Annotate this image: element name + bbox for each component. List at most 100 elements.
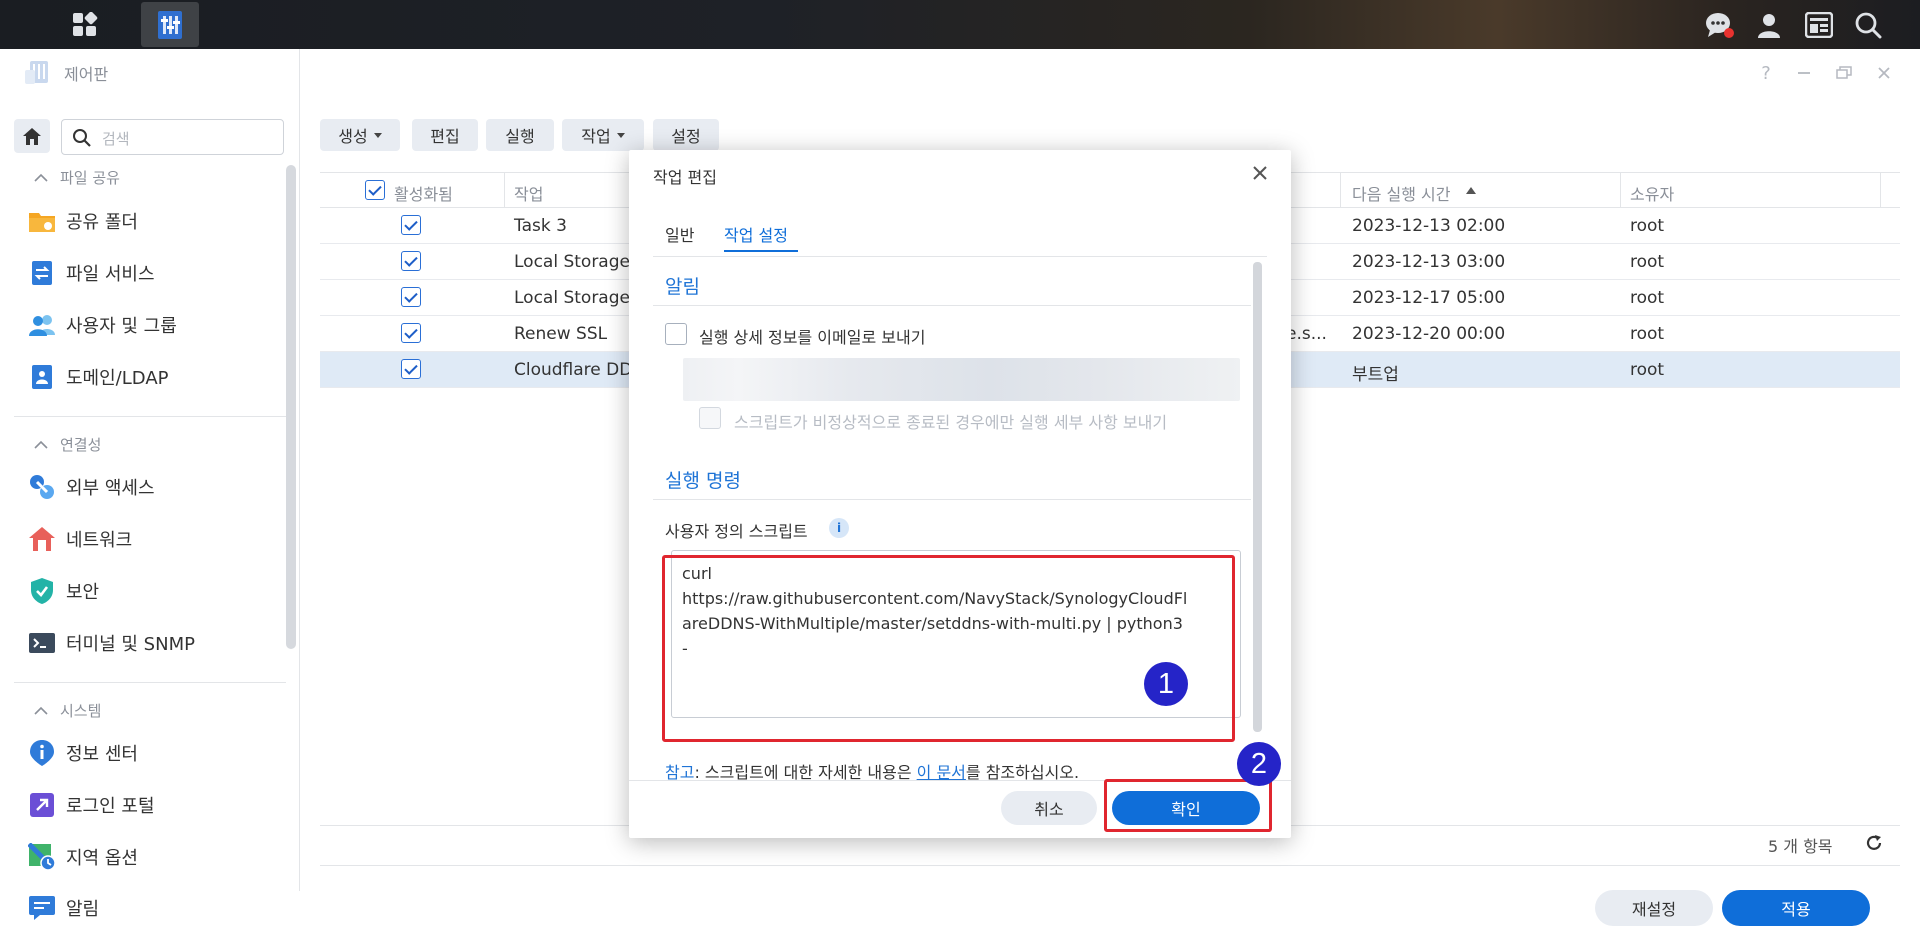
help-button[interactable]: ?: [1752, 59, 1780, 87]
blurred-email-field: [683, 358, 1240, 401]
section-system[interactable]: 시스템: [34, 700, 101, 721]
sidebar-item-users-groups[interactable]: 사용자 및 그룹: [28, 311, 177, 339]
header-next-run[interactable]: 다음 실행 시간: [1352, 181, 1451, 205]
row-enabled-checkbox[interactable]: [401, 359, 421, 379]
action-label: 작업: [581, 127, 611, 146]
script-highlight-box: [662, 555, 1235, 742]
sidebar-item-domain-ldap[interactable]: 도메인/LDAP: [28, 363, 168, 391]
row-task: Local Storage: [514, 288, 630, 308]
row-enabled-checkbox[interactable]: [401, 323, 421, 343]
section-connectivity[interactable]: 연결성: [34, 434, 101, 455]
sidebar-item-label: 도메인/LDAP: [66, 368, 169, 389]
sidebar-item-terminal-snmp[interactable]: 터미널 및 SNMP: [28, 629, 195, 657]
header-task[interactable]: 작업: [514, 181, 543, 205]
email-details-label: 실행 상세 정보를 이메일로 보내기: [699, 328, 926, 347]
search-input[interactable]: 검색: [61, 119, 284, 155]
info-icon[interactable]: i: [829, 518, 849, 538]
sidebar-item-label: 외부 액세스: [66, 478, 155, 499]
sidebar-item-notification[interactable]: 알림: [28, 894, 99, 922]
taskbar: [0, 0, 1920, 49]
control-panel-taskbar-button[interactable]: [141, 2, 199, 47]
close-icon: [1878, 67, 1890, 79]
run-button[interactable]: 실행: [486, 119, 554, 151]
apply-button[interactable]: 적용: [1722, 890, 1870, 926]
row-enabled-checkbox[interactable]: [401, 215, 421, 235]
row-enabled-checkbox[interactable]: [401, 251, 421, 271]
info-icon: [30, 740, 54, 766]
custom-script-label: 사용자 정의 스크립트: [665, 522, 808, 541]
settings-button[interactable]: 설정: [653, 119, 719, 151]
chat-button[interactable]: [1695, 0, 1745, 49]
dialog-scrollbar[interactable]: [1253, 262, 1262, 732]
create-button[interactable]: 생성: [320, 119, 400, 151]
maximize-button[interactable]: [1830, 59, 1858, 87]
sidebar-item-label: 파일 서비스: [66, 264, 155, 285]
file-services-icon: [32, 261, 52, 285]
sidebar: 검색 파일 공유 공유 폴더 파일 서비스 사용자 및 그룹 도메인/LDAP: [0, 49, 300, 920]
search-button[interactable]: [1843, 0, 1893, 49]
cancel-button[interactable]: 취소: [1001, 791, 1097, 825]
home-button[interactable]: [14, 119, 50, 153]
search-placeholder: 검색: [102, 130, 130, 148]
step-badge-2: 2: [1237, 742, 1281, 786]
external-access-icon: [30, 475, 54, 499]
edit-label: 편집: [430, 127, 460, 146]
row-next-run: 2023-12-20 00:00: [1352, 324, 1506, 344]
search-icon: [73, 129, 91, 147]
section-divider: [653, 499, 1251, 500]
cancel-label: 취소: [1034, 800, 1064, 819]
row-owner: root: [1630, 324, 1665, 344]
user-button[interactable]: [1744, 0, 1794, 49]
sidebar-item-regional-options[interactable]: 지역 옵션: [28, 843, 138, 871]
sidebar-scrollbar[interactable]: [286, 165, 296, 649]
sidebar-item-file-services[interactable]: 파일 서비스: [28, 259, 155, 287]
widget-panel-icon: [1805, 11, 1833, 38]
chat-bubble-icon: [1706, 12, 1734, 38]
select-all-checkbox[interactable]: [365, 180, 385, 200]
edit-button[interactable]: 편집: [412, 119, 478, 151]
sidebar-item-info-center[interactable]: 정보 센터: [28, 739, 138, 767]
column-separator: [1880, 173, 1881, 207]
row-owner: root: [1630, 252, 1665, 272]
dialog-title: 작업 편집: [653, 168, 717, 187]
refresh-icon: [1866, 835, 1882, 850]
email-details-checkbox[interactable]: [665, 323, 687, 345]
sidebar-item-shared-folder[interactable]: 공유 폴더: [28, 207, 138, 235]
active-tab-indicator: [724, 250, 798, 252]
header-owner[interactable]: 소유자: [1630, 181, 1674, 205]
refresh-button[interactable]: [1862, 831, 1886, 855]
row-next-run: 2023-12-13 02:00: [1352, 216, 1506, 236]
abnormal-only-checkbox[interactable]: [699, 407, 721, 429]
control-panel-icon: [158, 10, 182, 39]
main-menu-button[interactable]: [56, 2, 114, 47]
sidebar-item-network[interactable]: 네트워크: [28, 525, 132, 553]
sidebar-item-label: 터미널 및 SNMP: [66, 634, 195, 655]
window-footer-line: [320, 865, 1900, 866]
section-file-sharing[interactable]: 파일 공유: [34, 167, 120, 188]
sidebar-item-external-access[interactable]: 외부 액세스: [28, 473, 155, 501]
users-icon: [29, 315, 55, 336]
header-enabled[interactable]: 활성화됨: [394, 181, 453, 205]
chevron-up-icon: [34, 440, 48, 449]
sidebar-item-label: 네트워크: [66, 530, 133, 551]
network-home-icon: [29, 527, 55, 551]
action-button[interactable]: 작업: [562, 119, 644, 151]
apply-label: 적용: [1781, 900, 1811, 919]
reset-button[interactable]: 재설정: [1595, 890, 1713, 926]
caret-down-icon: [616, 132, 625, 138]
domain-icon: [32, 365, 52, 389]
sidebar-item-security[interactable]: 보안: [28, 577, 99, 605]
widgets-button[interactable]: [1794, 0, 1844, 49]
row-enabled-checkbox[interactable]: [401, 287, 421, 307]
login-portal-icon: [30, 793, 54, 817]
row-owner: root: [1630, 216, 1665, 236]
column-separator: [1340, 173, 1341, 207]
tab-task-settings[interactable]: 작업 설정: [724, 222, 788, 246]
minimize-button[interactable]: [1790, 59, 1818, 87]
grid-icon: [73, 11, 98, 36]
tab-general[interactable]: 일반: [665, 222, 694, 246]
close-window-button[interactable]: [1870, 59, 1898, 87]
section-label: 연결성: [60, 436, 102, 454]
dialog-close-button[interactable]: [1247, 160, 1273, 186]
sidebar-item-login-portal[interactable]: 로그인 포털: [28, 791, 155, 819]
